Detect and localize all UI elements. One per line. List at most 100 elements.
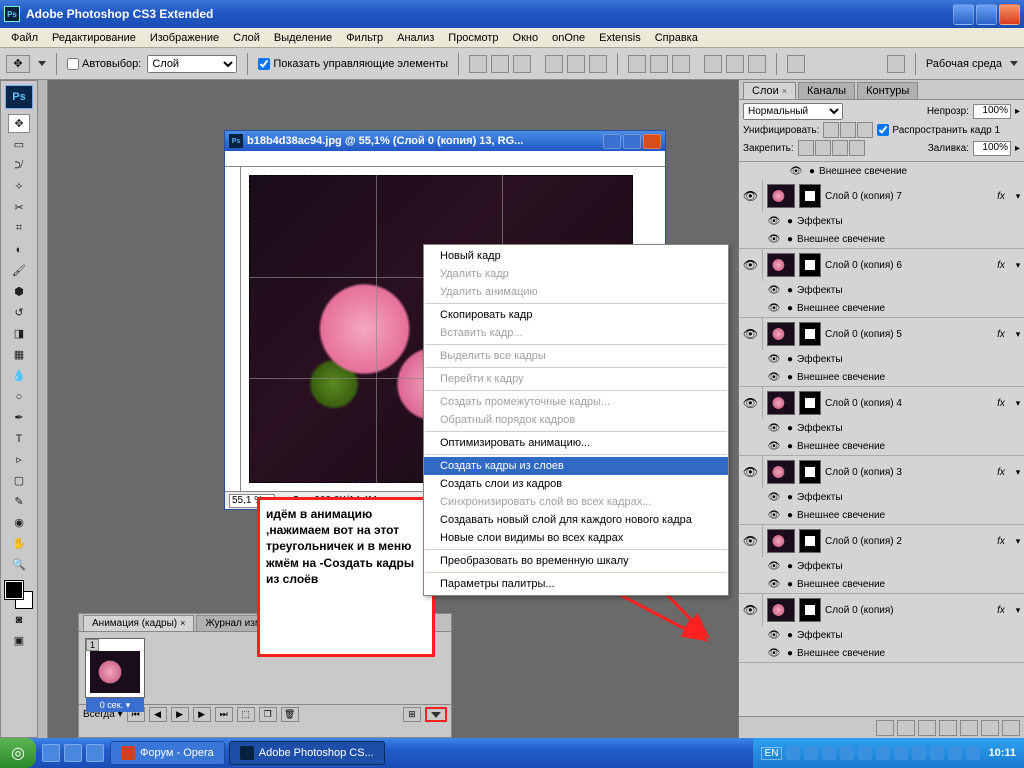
panel-tab-Каналы[interactable]: Каналы xyxy=(798,82,855,99)
menu-item[interactable]: Создать кадры из слоев xyxy=(424,457,728,475)
frame-delay[interactable]: 0 сек. ▾ xyxy=(86,698,144,712)
effect-row[interactable]: 👁●Внешнее свечение xyxy=(739,299,1024,317)
fx-indicator[interactable]: fx xyxy=(990,467,1012,478)
visibility-icon[interactable]: 👁 xyxy=(787,166,805,177)
visibility-icon[interactable]: 👁 xyxy=(765,216,783,227)
expand-effects[interactable]: ▾ xyxy=(1012,536,1024,547)
expand-effects[interactable]: ▾ xyxy=(1012,329,1024,340)
visibility-toggle[interactable]: 👁 xyxy=(739,594,763,626)
fx-indicator[interactable]: fx xyxy=(990,260,1012,271)
effect-row[interactable]: 👁●Внешнее свечение xyxy=(739,575,1024,593)
unify-vis-icon[interactable] xyxy=(840,122,856,138)
move-tool[interactable]: ✥ xyxy=(8,114,30,133)
move-tool-icon[interactable]: ✥ xyxy=(6,55,30,73)
auto-align-btn[interactable] xyxy=(787,55,805,73)
effect-row[interactable]: 👁●Внешнее свечение xyxy=(739,368,1024,386)
notes-tool[interactable]: ✎ xyxy=(8,492,30,511)
menu-Слой[interactable]: Слой xyxy=(226,30,267,46)
doc-minimize[interactable] xyxy=(603,134,621,149)
menu-item[interactable]: Параметры палитры... xyxy=(424,575,728,593)
align-btn[interactable] xyxy=(567,55,585,73)
menu-Фильтр[interactable]: Фильтр xyxy=(339,30,390,46)
autoselect-checkbox[interactable]: Автовыбор: xyxy=(67,58,141,70)
effects-row[interactable]: 👁●Эффекты xyxy=(739,419,1024,437)
lang-indicator[interactable]: EN xyxy=(761,747,783,760)
fx-indicator[interactable]: fx xyxy=(990,536,1012,547)
gradient-tool[interactable]: ▦ xyxy=(8,345,30,364)
effects-row[interactable]: 👁●Эффекты xyxy=(739,557,1024,575)
prev-frame-btn[interactable]: ◀ xyxy=(149,707,167,722)
marquee-tool[interactable]: ▭ xyxy=(8,135,30,154)
effects-row[interactable]: 👁●Эффекты xyxy=(739,281,1024,299)
layer-row[interactable]: 👁 Слой 0 (копия) fx ▾ 👁●Эффекты 👁●Внешне… xyxy=(739,594,1024,663)
ql-icon[interactable] xyxy=(86,744,104,762)
visibility-icon[interactable]: 👁 xyxy=(765,561,783,572)
heal-tool[interactable]: ◐ xyxy=(8,240,30,259)
visibility-toggle[interactable]: 👁 xyxy=(739,525,763,557)
tab-animation[interactable]: Анимация (кадры)× xyxy=(83,615,194,631)
effect-row[interactable]: 👁●Внешнее свечение xyxy=(739,644,1024,662)
tray-icon[interactable] xyxy=(948,746,962,760)
workspace-dropdown[interactable] xyxy=(1010,61,1018,66)
visibility-toggle[interactable]: 👁 xyxy=(739,249,763,281)
screenmode-toggle[interactable]: ▣ xyxy=(8,631,30,650)
propagate-checkbox[interactable]: Распространить кадр 1 xyxy=(877,124,1000,136)
close-button[interactable] xyxy=(999,4,1020,25)
quickmask-toggle[interactable]: ◙ xyxy=(8,610,30,629)
doc-close[interactable] xyxy=(643,134,661,149)
visibility-toggle[interactable]: 👁 xyxy=(739,180,763,212)
layer-group-btn[interactable] xyxy=(960,720,978,736)
slice-tool[interactable]: ⌗ xyxy=(8,219,30,238)
menu-Extensis[interactable]: Extensis xyxy=(592,30,648,46)
new-layer-btn[interactable] xyxy=(981,720,999,736)
menu-item[interactable]: Создавать новый слой для каждого нового … xyxy=(424,511,728,529)
eraser-tool[interactable]: ◨ xyxy=(8,324,30,343)
align-btn[interactable] xyxy=(589,55,607,73)
effect-row[interactable]: 👁●Внешнее свечение xyxy=(739,230,1024,248)
expand-effects[interactable]: ▾ xyxy=(1012,467,1024,478)
menu-Анализ[interactable]: Анализ xyxy=(390,30,441,46)
layer-mask[interactable] xyxy=(799,598,821,622)
visibility-toggle[interactable]: 👁 xyxy=(739,387,763,419)
play-btn[interactable]: ▶ xyxy=(171,707,189,722)
menu-Окно[interactable]: Окно xyxy=(506,30,546,46)
layer-name[interactable]: Слой 0 (копия) 6 xyxy=(821,260,990,271)
brush-tool[interactable]: 🖌 xyxy=(8,261,30,280)
effects-row[interactable]: 👁●Эффекты xyxy=(739,488,1024,506)
align-btn[interactable] xyxy=(491,55,509,73)
hand-tool[interactable]: ✋ xyxy=(8,534,30,553)
tray-icon[interactable] xyxy=(930,746,944,760)
expand-effects[interactable]: ▾ xyxy=(1012,260,1024,271)
visibility-icon[interactable]: 👁 xyxy=(765,648,783,659)
tray-icon[interactable] xyxy=(894,746,908,760)
start-button[interactable]: ◎ xyxy=(0,738,36,768)
visibility-toggle[interactable]: 👁 xyxy=(739,456,763,488)
dodge-tool[interactable]: ○ xyxy=(8,387,30,406)
show-controls-checkbox[interactable]: Показать управляющие элементы xyxy=(258,58,448,70)
menu-item[interactable]: Новый кадр xyxy=(424,247,728,265)
fx-indicator[interactable]: fx xyxy=(990,398,1012,409)
clock[interactable]: 10:11 xyxy=(988,747,1016,759)
tool-preset-dropdown[interactable] xyxy=(38,61,46,66)
align-btn[interactable] xyxy=(513,55,531,73)
crop-tool[interactable]: ✂ xyxy=(8,198,30,217)
tray-icon[interactable] xyxy=(966,746,980,760)
layer-name[interactable]: Слой 0 (копия) 5 xyxy=(821,329,990,340)
dist-btn[interactable] xyxy=(748,55,766,73)
layer-row[interactable]: 👁 Слой 0 (копия) 2 fx ▾ 👁●Эффекты 👁●Внеш… xyxy=(739,525,1024,594)
panel-menu-button[interactable] xyxy=(425,707,447,722)
panel-tab-Контуры[interactable]: Контуры xyxy=(857,82,918,99)
visibility-icon[interactable]: 👁 xyxy=(765,354,783,365)
visibility-icon[interactable]: 👁 xyxy=(765,441,783,452)
menu-item[interactable]: Оптимизировать анимацию... xyxy=(424,434,728,452)
tray-icon[interactable] xyxy=(840,746,854,760)
history-brush[interactable]: ↺ xyxy=(8,303,30,322)
layer-mask[interactable] xyxy=(799,391,821,415)
fill-field[interactable]: 100% xyxy=(973,141,1011,156)
pen-tool[interactable]: ✒ xyxy=(8,408,30,427)
wand-tool[interactable]: ✧ xyxy=(8,177,30,196)
opacity-field[interactable]: 100% xyxy=(973,104,1011,119)
visibility-icon[interactable]: 👁 xyxy=(765,510,783,521)
menu-item[interactable]: Скопировать кадр xyxy=(424,306,728,324)
tween-btn[interactable]: ⬚ xyxy=(237,707,255,722)
